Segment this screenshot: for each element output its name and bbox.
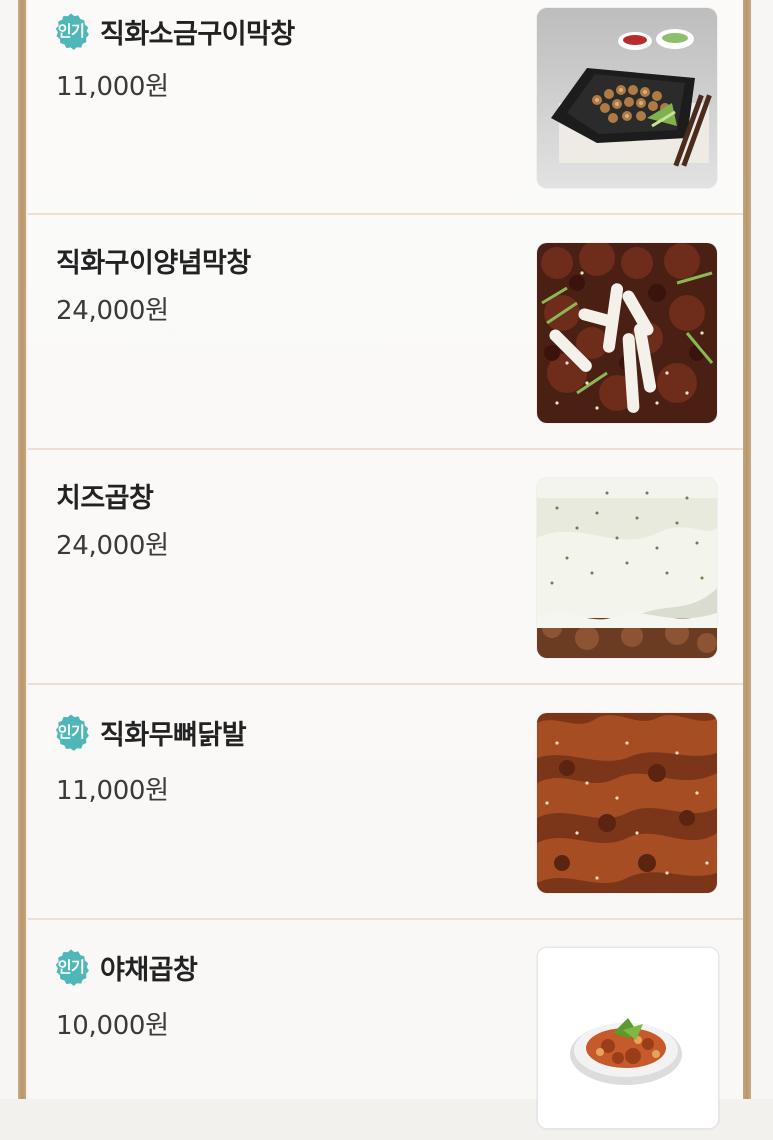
menu-item[interactable]: 인기 직화소금구이막창 11,000원 — [28, 0, 743, 215]
boneless-chicken-feet-photo[interactable] — [537, 713, 717, 893]
right-margin — [750, 0, 773, 1099]
menu-item-price: 10,000원 — [56, 1011, 169, 1041]
menu-item[interactable]: 인기 야채곱창 10,000원 — [28, 920, 743, 1140]
menu-screen: 인기 직화소금구이막창 11,000원 직화구이양념막창 24,000원 치즈곱… — [0, 0, 773, 1129]
menu-item[interactable]: 인기 직화무뼈닭발 11,000원 — [28, 685, 743, 920]
menu-item-name: 직화소금구이막창 — [100, 18, 295, 50]
menu-list: 인기 직화소금구이막창 11,000원 직화구이양념막창 24,000원 치즈곱… — [28, 0, 743, 1129]
menu-item-title-row: 인기 직화무뼈닭발 — [50, 711, 247, 753]
menu-item-title-row: 치즈곱창 — [50, 476, 154, 515]
spicy-makchang-photo[interactable] — [537, 243, 717, 423]
menu-item-title-row: 직화구이양념막창 — [50, 241, 251, 280]
right-gold-border — [743, 0, 751, 1099]
left-gold-border — [18, 0, 26, 1099]
menu-item-name: 직화구이양념막창 — [56, 248, 251, 279]
popular-badge: 인기 — [50, 711, 92, 753]
popular-badge-label: 인기 — [57, 22, 85, 40]
menu-item-name: 야채곱창 — [100, 954, 198, 986]
popular-badge-label: 인기 — [57, 723, 85, 741]
menu-item-price: 11,000원 — [56, 776, 169, 806]
grilled-salted-makchang-photo[interactable] — [537, 8, 717, 188]
menu-item-name: 직화무뼈닭발 — [100, 719, 247, 751]
menu-item-price: 11,000원 — [56, 72, 169, 102]
menu-item-price: 24,000원 — [56, 531, 169, 561]
menu-item[interactable]: 치즈곱창 24,000원 — [28, 450, 743, 685]
menu-item-title-row: 인기 야채곱창 — [50, 946, 198, 988]
menu-item-price: 24,000원 — [56, 296, 169, 326]
left-margin — [0, 0, 19, 1099]
popular-badge: 인기 — [50, 10, 92, 52]
menu-item-name: 치즈곱창 — [56, 483, 154, 514]
cheese-gopchang-photo[interactable] — [537, 478, 717, 658]
popular-badge: 인기 — [50, 946, 92, 988]
popular-badge-label: 인기 — [57, 958, 85, 976]
vegetable-gopchang-photo[interactable] — [537, 947, 719, 1129]
menu-item-title-row: 인기 직화소금구이막창 — [50, 10, 295, 52]
menu-item[interactable]: 직화구이양념막창 24,000원 — [28, 215, 743, 450]
